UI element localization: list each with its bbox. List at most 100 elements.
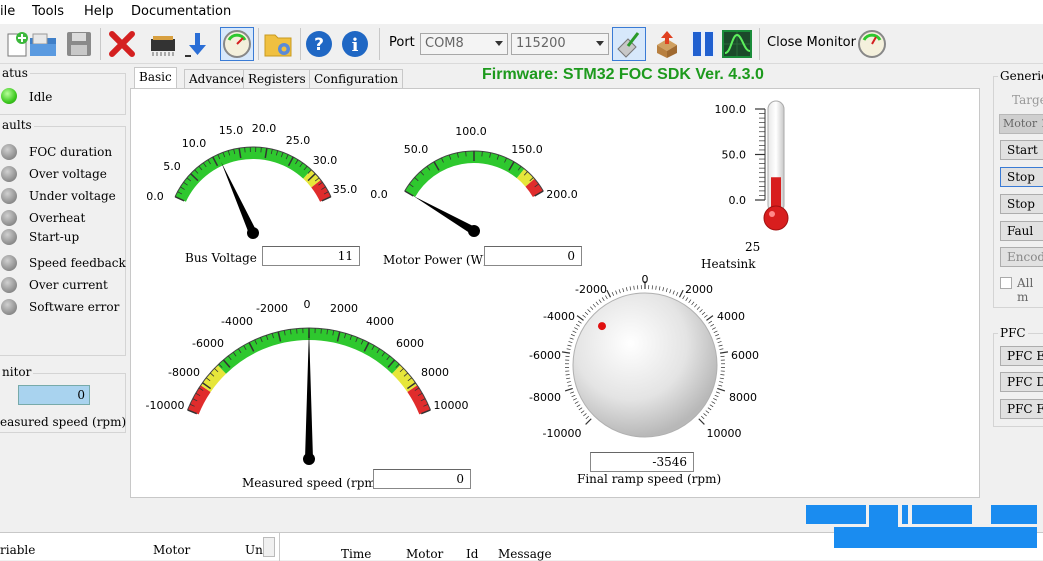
motor-power-readout: 0	[484, 246, 582, 266]
bus-voltage-readout: 11	[262, 246, 360, 266]
motor-command-button[interactable]: Stop	[1000, 194, 1043, 214]
gauge-view-button[interactable]	[220, 27, 254, 61]
toolbar-separator	[100, 28, 101, 60]
svg-text:i: i	[352, 35, 359, 56]
save-disk-icon	[64, 30, 94, 58]
motor-col-header[interactable]: Motor	[153, 543, 190, 557]
fault-label: Over current	[29, 278, 108, 292]
fault-led	[1, 277, 17, 293]
fault-label: Start-up	[29, 230, 79, 244]
heatsink-label: Heatsink	[701, 257, 756, 271]
pfc-command-button[interactable]: PFC D	[1000, 372, 1043, 392]
info-icon: i	[340, 29, 370, 59]
save-button[interactable]	[62, 27, 96, 61]
upload-button[interactable]	[650, 27, 684, 61]
tab-configuration[interactable]: Configuration	[309, 69, 403, 88]
fault-led	[1, 299, 17, 315]
pfc-command-button[interactable]: PFC E	[1000, 346, 1043, 366]
gauge-icon	[857, 29, 887, 59]
id-col-header[interactable]: Id	[466, 547, 478, 561]
baud-value: 115200	[516, 36, 566, 51]
motor-command-button[interactable]: Start	[1000, 140, 1043, 160]
motor-power-label: Motor Power (W)	[383, 253, 488, 267]
overlay-block	[834, 527, 1037, 548]
log-motor-col-header[interactable]: Motor	[406, 547, 443, 561]
gauge-icon	[222, 29, 252, 59]
overlay-block	[806, 505, 866, 524]
folder-gear-icon	[262, 29, 294, 59]
chevron-down-icon	[495, 41, 503, 46]
connect-button[interactable]	[612, 27, 646, 61]
generic-title: Generic	[998, 69, 1043, 83]
basic-tab-panel	[130, 88, 980, 498]
monitor-speed-field: 0	[18, 385, 90, 405]
menu-tools[interactable]: Tools	[32, 4, 64, 19]
menu-file[interactable]: ile	[0, 4, 15, 19]
chevron-down-icon	[596, 41, 604, 46]
motor-command-button[interactable]: Faul	[1000, 221, 1043, 241]
download-arrow-icon	[183, 30, 211, 58]
tab-basic[interactable]: Basic	[134, 67, 177, 89]
close-monitor-label[interactable]: Close Monitor	[767, 35, 856, 50]
chip-icon	[147, 30, 179, 58]
monitor-speed-label: easured speed (rpm)	[0, 415, 126, 429]
message-col-header[interactable]: Message	[498, 547, 552, 561]
overlay-block	[991, 505, 1037, 524]
ramp-speed-field[interactable]: -3546	[590, 452, 694, 472]
config-folder-button[interactable]	[261, 27, 295, 61]
overlay-block	[912, 505, 972, 524]
overlay-block	[902, 505, 908, 524]
tab-registers[interactable]: Registers	[243, 69, 311, 88]
fault-label: FOC duration	[29, 145, 112, 159]
time-col-header[interactable]: Time	[341, 547, 371, 561]
close-monitor-button[interactable]	[855, 27, 889, 61]
toolbar-separator	[379, 28, 380, 60]
fault-label: Under voltage	[29, 189, 116, 203]
firmware-label: Firmware: STM32 FOC SDK Ver. 4.3.0	[482, 66, 764, 84]
ramp-speed-label: Final ramp speed (rpm)	[577, 472, 721, 486]
generic-group	[993, 76, 1043, 308]
download-button[interactable]	[180, 27, 214, 61]
upload-box-icon	[652, 29, 682, 59]
port-label: Port	[389, 35, 415, 50]
fault-label: Speed feedback	[29, 256, 126, 270]
status-text: Idle	[29, 90, 52, 104]
fault-label: Software error	[29, 300, 119, 314]
motor-select[interactable]: Motor 1	[999, 114, 1043, 134]
pause-button[interactable]	[686, 27, 720, 61]
menu-help[interactable]: Help	[84, 4, 114, 19]
red-x-icon	[108, 30, 136, 58]
motor-command-button[interactable]: Encode	[1000, 247, 1043, 267]
menu-documentation[interactable]: Documentation	[131, 4, 231, 19]
monitor-title: nitor	[0, 365, 33, 379]
fault-led	[1, 166, 17, 182]
port-select[interactable]: COM8	[420, 33, 508, 55]
faults-title: aults	[0, 118, 34, 132]
info-button[interactable]: i	[338, 27, 372, 61]
open-folder-icon	[27, 30, 59, 58]
baud-select[interactable]: 115200	[511, 33, 609, 55]
all-motors-label: All m	[1017, 276, 1043, 304]
port-value: COM8	[425, 36, 464, 51]
status-title: atus	[0, 66, 30, 80]
motor-command-button[interactable]: Stop	[1000, 167, 1043, 187]
menu-bar: ile Tools Help Documentation	[0, 0, 1043, 24]
scroll-left-button[interactable]	[263, 537, 275, 557]
connect-plug-icon	[614, 29, 644, 59]
toolbar-separator	[258, 28, 259, 60]
splitter[interactable]	[279, 533, 280, 561]
all-motors-checkbox[interactable]	[1000, 277, 1012, 289]
fault-led	[1, 229, 17, 245]
heatsink-readout: 25	[745, 240, 760, 254]
oscilloscope-icon	[722, 29, 752, 59]
svg-text:?: ?	[314, 35, 324, 55]
help-button[interactable]: ?	[302, 27, 336, 61]
var-col-header[interactable]: riable	[0, 543, 35, 557]
open-button[interactable]	[26, 27, 60, 61]
delete-button[interactable]	[105, 27, 139, 61]
measured-speed-label: Measured speed (rpm)	[242, 476, 380, 490]
plot-button[interactable]	[720, 27, 754, 61]
bus-voltage-label: Bus Voltage	[185, 251, 257, 265]
chip-button[interactable]	[146, 27, 180, 61]
pfc-command-button[interactable]: PFC Fa	[1000, 399, 1043, 419]
